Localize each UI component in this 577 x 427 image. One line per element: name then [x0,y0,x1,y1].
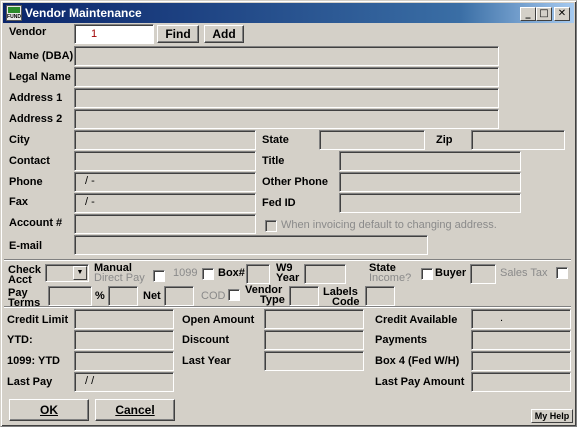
state-income-label: State Income? [369,262,412,284]
state-income-checkbox[interactable] [421,268,433,280]
address2-input[interactable] [74,109,499,129]
w9-year-label: W9 Year [276,262,300,284]
account-input[interactable] [74,214,256,234]
minimize-button[interactable]: _ [520,7,536,21]
manual-direct-pay-label: Manual Direct Pay [94,262,145,284]
window-title: Vendor Maintenance [25,6,142,20]
ytd-label: YTD: [7,334,33,346]
percent-label: % [95,290,105,302]
legal-name-input[interactable] [74,67,499,87]
credit-available-label: Credit Available [375,314,458,326]
net-label: Net [143,290,161,302]
vendor-type-label: Vendor Type [245,284,285,306]
w9-year-input[interactable] [304,264,346,284]
vendor-id-input[interactable]: 1 [74,24,154,44]
check-acct-select[interactable]: ▼ [45,264,89,282]
invoice-default-checkbox[interactable] [265,220,277,232]
separator-bottom [4,306,571,308]
name-dba-input[interactable] [74,46,499,66]
box4-label: Box 4 (Fed W/H) [375,355,460,367]
address1-input[interactable] [74,88,499,108]
legal-name-label: Legal Name [9,71,71,83]
state-input[interactable] [319,130,425,150]
vendor-label: Vendor [9,26,47,38]
cod-checkbox[interactable] [228,289,240,301]
form-1099-label: 1099 [173,267,198,279]
fed-id-label: Fed ID [262,197,296,209]
fax-input[interactable]: / - [74,193,256,213]
chevron-down-icon[interactable]: ▼ [73,266,87,280]
pay-terms-label: Pay Terms [8,287,41,309]
name-dba-label: Name (DBA) [9,50,74,62]
box-input[interactable] [246,264,270,284]
ytd-1099-value [74,351,174,371]
net-days-input[interactable] [164,286,194,306]
credit-available-value: . [471,309,571,329]
state-label: State [262,134,289,146]
discount-label: Discount [182,334,230,346]
my-help-button[interactable]: My Help [531,409,573,423]
last-pay-label: Last Pay [7,376,53,388]
title-input[interactable] [339,151,521,171]
open-amount-label: Open Amount [182,314,255,326]
discount-percent-input[interactable] [108,286,138,306]
contact-label: Contact [9,155,50,167]
cod-label: COD [201,290,226,302]
box4-value [471,351,571,371]
title-bar[interactable]: FUND Vendor Maintenance _ □ ✕ [3,3,574,23]
last-pay-amount-label: Last Pay Amount [375,376,465,388]
manual-direct-pay-checkbox[interactable] [153,270,165,282]
pay-terms-input[interactable] [48,286,92,306]
box-label: Box# [218,267,245,279]
other-phone-label: Other Phone [262,176,329,188]
add-button[interactable]: Add [204,25,244,43]
other-phone-input[interactable] [339,172,521,192]
fed-id-input[interactable] [339,193,521,213]
payments-label: Payments [375,334,427,346]
phone-input[interactable]: / - [74,172,256,192]
payments-value [471,330,571,350]
discount-value [264,330,364,350]
check-acct-label: Check Acct [8,264,42,286]
buyer-input[interactable] [470,264,496,284]
labels-code-label: Labels Code [323,286,360,308]
open-amount-value [264,309,364,329]
account-label: Account # [9,217,63,229]
form-1099-checkbox[interactable] [202,268,214,280]
last-year-value [264,351,364,371]
close-button[interactable]: ✕ [554,7,570,21]
zip-label: Zip [436,134,453,146]
address1-label: Address 1 [9,92,63,104]
sales-tax-label: Sales Tax [500,267,548,279]
city-label: City [9,134,30,146]
find-button[interactable]: Find [157,25,199,43]
phone-label: Phone [9,176,43,188]
labels-code-input[interactable] [365,286,395,306]
zip-input[interactable] [471,130,565,150]
contact-input[interactable] [74,151,256,171]
app-icon: FUND [6,5,22,21]
city-input[interactable] [74,130,256,150]
title-label: Title [262,155,285,167]
credit-limit-label: Credit Limit [7,314,69,326]
cancel-button[interactable]: Cancel [95,399,175,421]
vendor-type-input[interactable] [289,286,319,306]
maximize-button[interactable]: □ [536,7,552,21]
credit-limit-input[interactable] [74,309,174,329]
last-year-label: Last Year [182,355,231,367]
email-label: E-mail [9,240,43,252]
last-pay-amount-value [471,372,571,392]
email-input[interactable] [74,235,428,255]
ytd-1099-label: 1099: YTD [7,355,60,367]
buyer-label: Buyer [435,267,467,279]
separator-top [4,259,571,261]
ok-button[interactable]: OK [9,399,89,421]
last-pay-value: / / [74,372,174,392]
invoice-default-label: When invoicing default to changing addre… [281,219,497,231]
address2-label: Address 2 [9,113,63,125]
fax-label: Fax [9,196,28,208]
sales-tax-checkbox[interactable] [556,267,568,279]
ytd-value [74,330,174,350]
